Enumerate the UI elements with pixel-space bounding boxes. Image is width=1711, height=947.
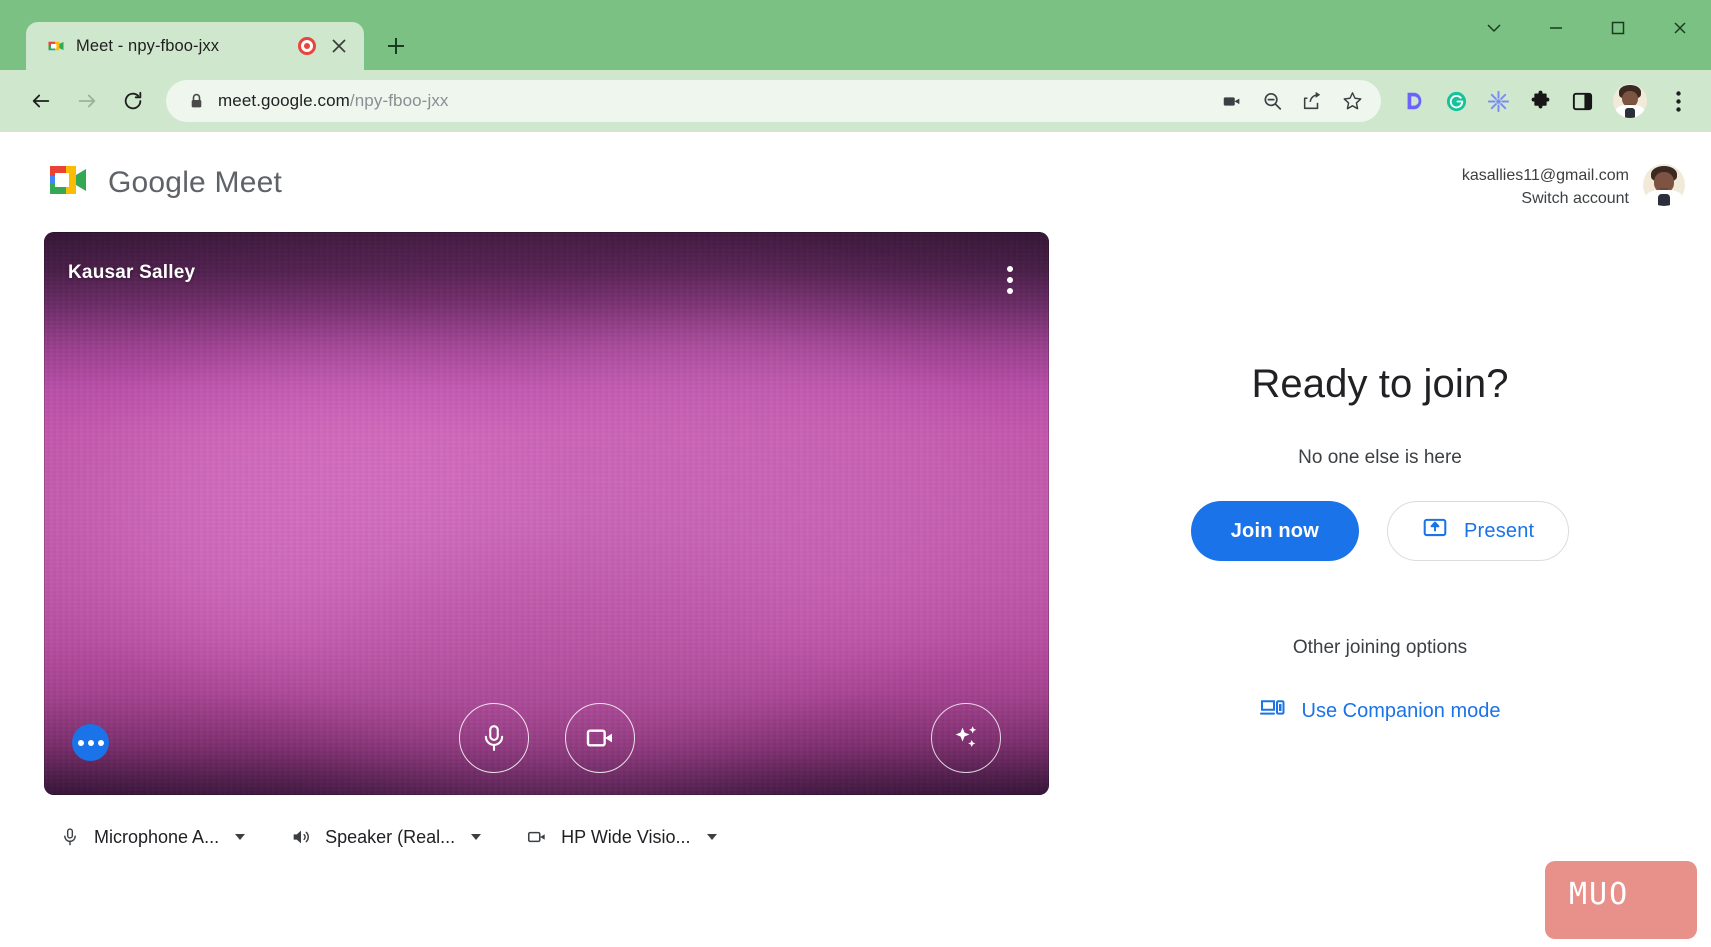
tab-title: Meet - npy-fboo-jxx — [76, 36, 220, 55]
microphone-toggle-button[interactable] — [458, 703, 529, 774]
meet-header: Google Meet kasallies11@gmail.com Switch… — [0, 132, 1711, 210]
zoom-out-icon[interactable] — [1259, 88, 1285, 114]
lock-icon — [186, 91, 206, 111]
microphone-icon — [58, 825, 82, 849]
browser-menu-icon[interactable] — [1661, 84, 1695, 118]
d-extension-icon[interactable] — [1401, 88, 1427, 114]
close-window-icon[interactable] — [1649, 0, 1711, 56]
join-now-button[interactable]: Join now — [1190, 501, 1359, 562]
present-button[interactable]: Present — [1386, 501, 1570, 562]
minimize-icon[interactable] — [1525, 0, 1587, 56]
browser-tab[interactable]: Meet - npy-fboo-jxx — [26, 22, 364, 70]
participant-name: Kausar Salley — [68, 262, 196, 284]
meet-content: Kausar Salley Microphone A... Speaker (R… — [0, 210, 1711, 849]
present-label: Present — [1463, 519, 1535, 542]
address-bar[interactable]: meet.google.com/npy-fboo-jxx — [166, 80, 1381, 122]
blue-flower-icon[interactable] — [1485, 88, 1511, 114]
join-panel: Ready to join? No one else is here Join … — [1049, 232, 1711, 849]
use-companion-mode-link[interactable]: Use Companion mode — [1259, 697, 1501, 725]
self-video-preview: Kausar Salley — [44, 232, 1049, 796]
chevron-down-icon[interactable] — [706, 834, 717, 841]
preview-more-options-icon[interactable] — [1003, 262, 1017, 298]
visual-effects-button[interactable] — [931, 703, 1001, 774]
join-subtitle: No one else is here — [1298, 447, 1462, 469]
account-email: kasallies11@gmail.com — [1461, 167, 1629, 184]
profile-avatar[interactable] — [1613, 84, 1647, 118]
avatar — [1613, 84, 1647, 118]
account-block[interactable]: kasallies11@gmail.com Switch account — [1462, 160, 1685, 210]
reload-button[interactable] — [112, 80, 154, 122]
recording-indicator-icon — [298, 37, 316, 55]
other-joining-options-label: Other joining options — [1292, 637, 1468, 659]
companion-mode-label: Use Companion mode — [1301, 699, 1501, 722]
new-tab-button[interactable] — [378, 28, 414, 64]
video-camera-icon[interactable] — [1219, 88, 1245, 114]
account-avatar[interactable] — [1643, 164, 1685, 206]
camera-toggle-button[interactable] — [564, 703, 635, 774]
window-controls — [1463, 0, 1711, 56]
switch-account-link[interactable]: Switch account — [1462, 187, 1629, 210]
url-domain: meet.google.com — [218, 91, 350, 110]
url-path: /npy-fboo-jxx — [349, 91, 449, 110]
speaker-icon — [289, 825, 313, 849]
browser-toolbar: meet.google.com/npy-fboo-jxx — [0, 70, 1711, 132]
camera-icon — [525, 825, 549, 849]
browser-window: Meet - npy-fboo-jxx meet.google.com/npy-… — [0, 0, 1711, 947]
preview-controls — [44, 703, 1049, 774]
extension-icons — [1395, 88, 1595, 114]
title-bar: Meet - npy-fboo-jxx — [0, 0, 1711, 70]
speaker-selector[interactable]: Speaker (Real... — [289, 825, 482, 849]
speaker-label: Speaker (Real... — [325, 826, 456, 847]
camera-label: HP Wide Visio... — [561, 826, 691, 847]
google-meet-brand: Google Meet — [44, 160, 282, 205]
join-title: Ready to join? — [1251, 362, 1509, 407]
back-button[interactable] — [20, 80, 62, 122]
microphone-selector[interactable]: Microphone A... — [58, 825, 246, 849]
brand-google: Google — [108, 165, 206, 199]
camera-selector[interactable]: HP Wide Visio... — [525, 825, 717, 849]
meet-page: Google Meet kasallies11@gmail.com Switch… — [0, 132, 1711, 947]
forward-button[interactable] — [66, 80, 108, 122]
preview-column: Kausar Salley Microphone A... Speaker (R… — [44, 232, 1049, 849]
device-selectors: Microphone A... Speaker (Real... HP Wide… — [44, 795, 1049, 849]
tab-strip: Meet - npy-fboo-jxx — [0, 0, 414, 70]
devices-icon — [1259, 697, 1286, 725]
brand-text: Google Meet — [108, 166, 282, 200]
chevron-down-icon[interactable] — [471, 834, 482, 841]
brand-meet: Meet — [214, 165, 282, 199]
grammarly-icon[interactable] — [1443, 88, 1469, 114]
present-to-screen-icon — [1422, 515, 1448, 547]
join-buttons: Join now Present — [1190, 501, 1570, 562]
microphone-label: Microphone A... — [94, 826, 220, 847]
maximize-icon[interactable] — [1587, 0, 1649, 56]
google-meet-logo — [44, 160, 92, 205]
tab-close-icon[interactable] — [326, 33, 352, 59]
url-text: meet.google.com/npy-fboo-jxx — [218, 91, 449, 111]
tab-search-icon[interactable] — [1463, 0, 1525, 56]
side-panel-icon[interactable] — [1569, 88, 1595, 114]
share-icon[interactable] — [1299, 88, 1325, 114]
account-text: kasallies11@gmail.com Switch account — [1462, 164, 1629, 210]
omnibox-actions — [1219, 88, 1371, 114]
bookmark-star-icon[interactable] — [1339, 88, 1365, 114]
chevron-down-icon[interactable] — [235, 834, 246, 841]
google-meet-favicon — [46, 36, 66, 56]
puzzle-piece-icon[interactable] — [1527, 88, 1553, 114]
muo-watermark: MUO — [1545, 861, 1697, 939]
watermark-text: MUO — [1569, 877, 1630, 912]
